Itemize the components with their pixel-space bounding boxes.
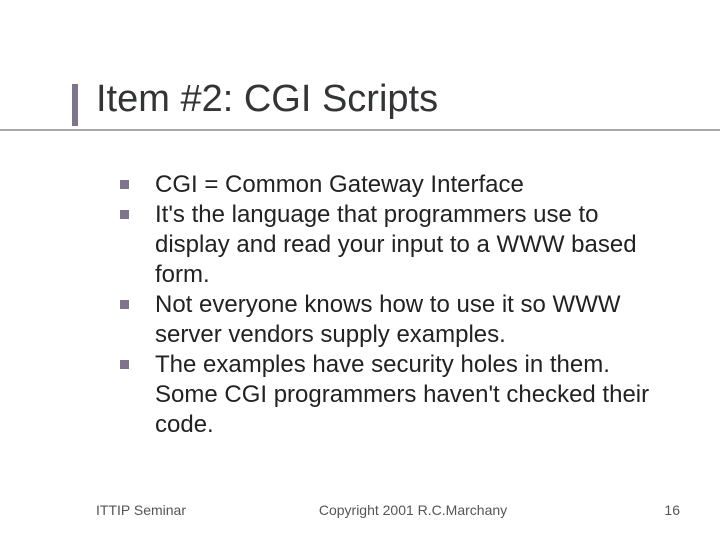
- content-area: CGI = Common Gateway Interface It's the …: [120, 170, 660, 440]
- slide-title: Item #2: CGI Scripts: [96, 78, 680, 127]
- bullet-text: CGI = Common Gateway Interface: [155, 170, 524, 200]
- square-bullet-icon: [120, 180, 129, 189]
- bullet-text: Not everyone knows how to use it so WWW …: [155, 290, 660, 350]
- bullet-text: The examples have security holes in them…: [155, 350, 660, 440]
- square-bullet-icon: [120, 300, 129, 309]
- square-bullet-icon: [120, 360, 129, 369]
- title-underline: [0, 129, 720, 131]
- list-item: The examples have security holes in them…: [120, 350, 660, 440]
- title-area: Item #2: CGI Scripts: [96, 78, 680, 127]
- list-item: CGI = Common Gateway Interface: [120, 170, 660, 200]
- footer: ITTIP Seminar Copyright 2001 R.C.Marchan…: [0, 502, 720, 518]
- footer-center: Copyright 2001 R.C.Marchany: [186, 502, 640, 518]
- footer-left: ITTIP Seminar: [96, 502, 186, 518]
- square-bullet-icon: [120, 210, 129, 219]
- slide: Item #2: CGI Scripts CGI = Common Gatewa…: [0, 0, 720, 540]
- slide-number: 16: [640, 502, 680, 518]
- list-item: Not everyone knows how to use it so WWW …: [120, 290, 660, 350]
- title-accent-bar: [72, 84, 78, 126]
- list-item: It's the language that programmers use t…: [120, 200, 660, 290]
- bullet-text: It's the language that programmers use t…: [155, 200, 660, 290]
